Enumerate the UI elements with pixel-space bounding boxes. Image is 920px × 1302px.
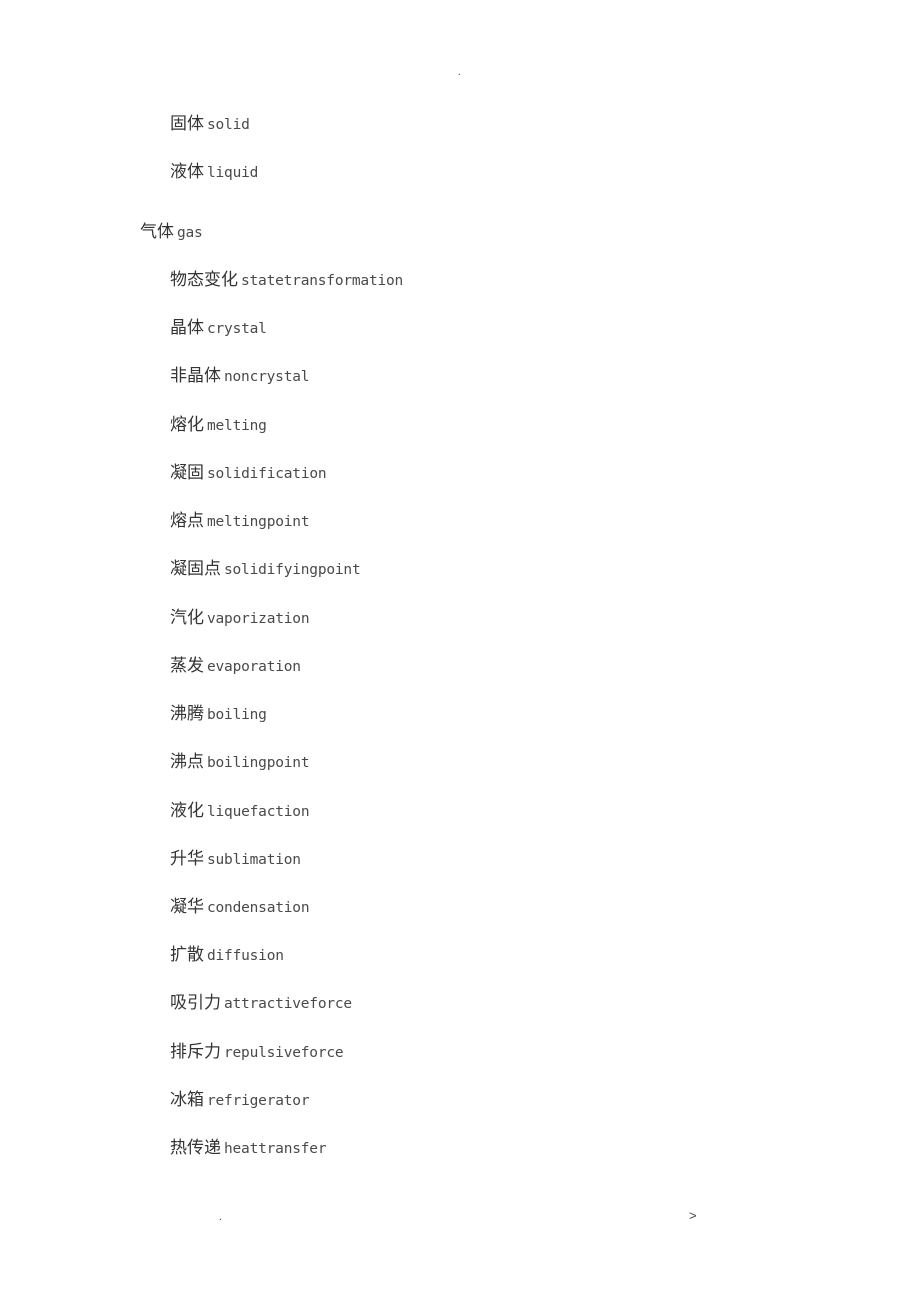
vocabulary-entry: 凝固 solidification [170, 461, 327, 485]
term-english: statetransformation [241, 273, 404, 289]
term-chinese: 排斥力 [170, 1042, 221, 1062]
vocabulary-entry: 蒸发 evaporation [170, 654, 301, 678]
term-english: condensation [207, 900, 310, 916]
document-page: . 固体 solid 液体 liquid 气体 gas 物态变化 statetransform… [0, 0, 920, 1302]
vocabulary-entry: 气体 gas [140, 220, 203, 244]
term-chinese: 凝华 [170, 897, 204, 917]
term-chinese: 熔点 [170, 511, 204, 531]
vocabulary-entry: 熔点 meltingpoint [170, 509, 310, 533]
term-english: liquefaction [207, 804, 310, 820]
vocabulary-entry: 晶体 crystal [170, 316, 267, 340]
vocabulary-entry: 汽化 vaporization [170, 606, 310, 630]
term-chinese: 非晶体 [170, 366, 221, 386]
term-english: noncrystal [224, 369, 310, 385]
term-english: boiling [207, 707, 267, 723]
term-chinese: 固体 [170, 114, 204, 134]
term-english: solid [207, 117, 250, 133]
term-chinese: 汽化 [170, 608, 204, 628]
vocabulary-entry: 冰箱 refrigerator [170, 1088, 310, 1112]
term-chinese: 升华 [170, 849, 204, 869]
term-chinese: 沸腾 [170, 704, 204, 724]
footer-right-caret-icon: > [689, 1208, 697, 1223]
term-english: evaporation [207, 659, 301, 675]
term-english: liquid [207, 165, 259, 181]
term-english: refrigerator [207, 1093, 310, 1109]
term-english: repulsiveforce [224, 1045, 344, 1061]
term-chinese: 物态变化 [170, 270, 238, 290]
vocabulary-entry: 吸引力 attractiveforce [170, 991, 352, 1015]
vocabulary-entry: 液化 liquefaction [170, 799, 310, 823]
term-chinese: 液体 [170, 162, 204, 182]
term-english: sublimation [207, 852, 301, 868]
term-chinese: 冰箱 [170, 1090, 204, 1110]
term-english: meltingpoint [207, 514, 310, 530]
term-chinese: 扩散 [170, 945, 204, 965]
vocabulary-entry: 液体 liquid [170, 160, 258, 184]
term-chinese: 熔化 [170, 415, 204, 435]
term-chinese: 蒸发 [170, 656, 204, 676]
term-english: heattransfer [224, 1141, 327, 1157]
term-chinese: 凝固点 [170, 559, 221, 579]
footer-left-mark: . [219, 1211, 222, 1223]
vocabulary-entry: 排斥力 repulsiveforce [170, 1040, 344, 1064]
header-mark: . [458, 66, 461, 78]
term-english: melting [207, 418, 267, 434]
term-english: solidifyingpoint [224, 562, 361, 578]
vocabulary-entry: 物态变化 statetransformation [170, 268, 403, 292]
term-chinese: 沸点 [170, 752, 204, 772]
term-english: solidification [207, 466, 327, 482]
term-chinese: 气体 [140, 222, 174, 242]
term-english: diffusion [207, 948, 284, 964]
vocabulary-entry: 沸腾 boiling [170, 702, 267, 726]
vocabulary-entry: 凝固点 solidifyingpoint [170, 557, 361, 581]
term-english: boilingpoint [207, 755, 310, 771]
term-chinese: 晶体 [170, 318, 204, 338]
vocabulary-entry: 热传递 heattransfer [170, 1136, 327, 1160]
term-english: crystal [207, 321, 267, 337]
term-english: vaporization [207, 611, 310, 627]
vocabulary-entry: 升华 sublimation [170, 847, 301, 871]
vocabulary-entry: 凝华 condensation [170, 895, 310, 919]
term-english: attractiveforce [224, 996, 352, 1012]
vocabulary-entry: 固体 solid [170, 112, 250, 136]
term-chinese: 凝固 [170, 463, 204, 483]
vocabulary-entry: 扩散 diffusion [170, 943, 284, 967]
vocabulary-entry: 熔化 melting [170, 413, 267, 437]
vocabulary-entry: 沸点 boilingpoint [170, 750, 310, 774]
term-chinese: 吸引力 [170, 993, 221, 1013]
term-chinese: 液化 [170, 801, 204, 821]
vocabulary-entry: 非晶体 noncrystal [170, 364, 310, 388]
term-chinese: 热传递 [170, 1138, 221, 1158]
term-english: gas [177, 225, 203, 241]
